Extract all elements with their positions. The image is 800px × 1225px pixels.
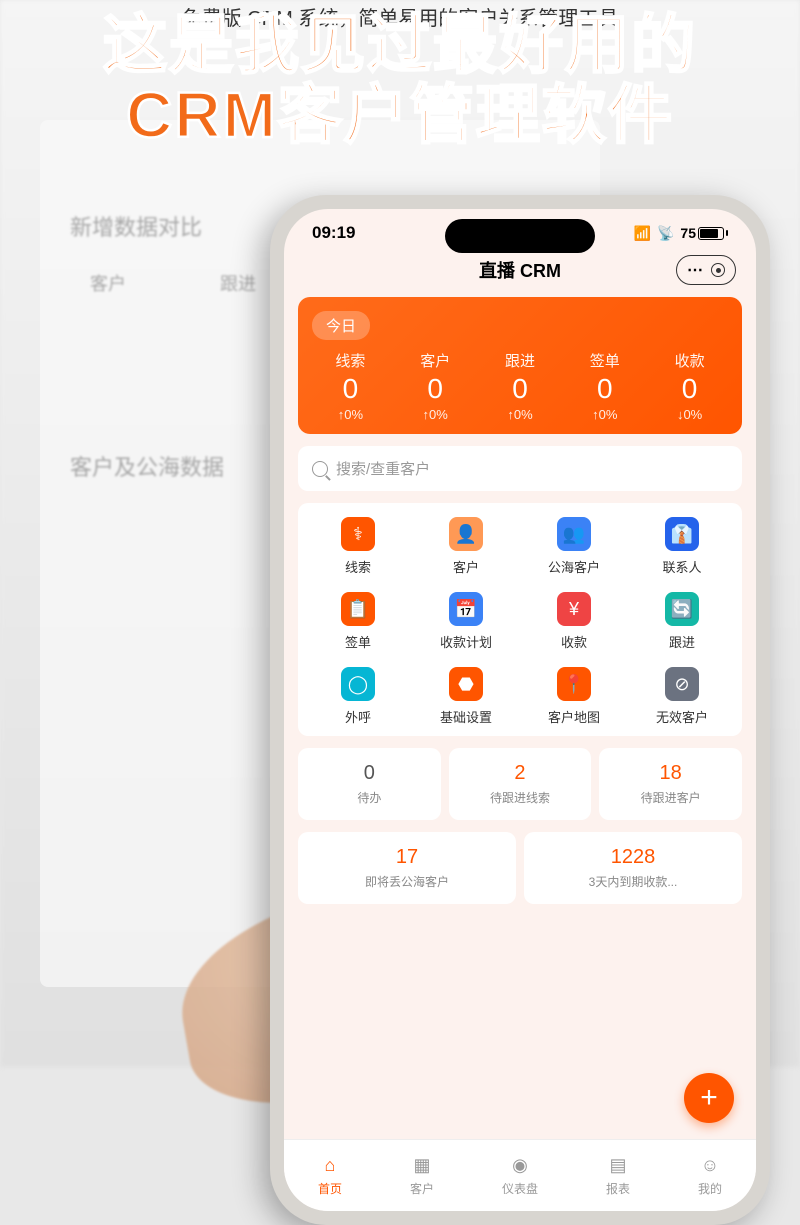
leads-icon: ⚕ bbox=[341, 517, 375, 551]
reports-icon: ▤ bbox=[607, 1155, 629, 1177]
stat-cards-row2: 17即将丢公海客户12283天内到期收款... bbox=[298, 832, 742, 904]
stat-card-2[interactable]: 18待跟进客户 bbox=[599, 748, 742, 820]
app-title: 直播 CRM bbox=[479, 257, 561, 283]
payment-plan-icon: 📅 bbox=[449, 592, 483, 626]
hero-stat-1[interactable]: 客户0↑0% bbox=[393, 350, 478, 422]
today-summary: 今日 线索0↑0%客户0↑0%跟进0↑0%签单0↑0%收款0↓0% bbox=[298, 297, 742, 434]
feature-payments[interactable]: ¥收款 bbox=[520, 592, 628, 651]
dashboard-icon: ◉ bbox=[509, 1155, 531, 1177]
contracts-icon: 📋 bbox=[341, 592, 375, 626]
bg-section-label: 客户及公海数据 bbox=[70, 450, 224, 482]
tab-dashboard[interactable]: ◉仪表盘 bbox=[502, 1155, 538, 1197]
customers-icon: 👤 bbox=[449, 517, 483, 551]
feature-followup[interactable]: 🔄跟进 bbox=[628, 592, 736, 651]
period-tab-today[interactable]: 今日 bbox=[312, 311, 370, 340]
plus-icon: + bbox=[700, 1081, 718, 1115]
customer-map-icon: 📍 bbox=[557, 667, 591, 701]
phone-notch bbox=[445, 219, 595, 253]
stat-card-4[interactable]: 12283天内到期收款... bbox=[524, 832, 742, 904]
close-target-icon bbox=[711, 263, 725, 277]
outbound-icon: ◯ bbox=[341, 667, 375, 701]
feature-customer-map[interactable]: 📍客户地图 bbox=[520, 667, 628, 726]
miniprogram-menu[interactable]: ⋯ bbox=[676, 255, 736, 285]
tab-me[interactable]: ☺我的 bbox=[698, 1155, 722, 1197]
stat-card-0[interactable]: 0待办 bbox=[298, 748, 441, 820]
followup-icon: 🔄 bbox=[665, 592, 699, 626]
headline: 这是我见过最好用的 CRM客户管理软件 bbox=[0, 10, 800, 151]
battery-icon: 75 bbox=[680, 225, 728, 241]
hero-stat-3[interactable]: 签单0↑0% bbox=[562, 350, 647, 422]
signal-icon: 📶 bbox=[634, 225, 651, 242]
home-icon: ⌂ bbox=[319, 1155, 341, 1177]
feature-payment-plan[interactable]: 📅收款计划 bbox=[412, 592, 520, 651]
me-icon: ☺ bbox=[699, 1155, 721, 1177]
stat-cards-row1: 0待办2待跟进线索18待跟进客户 bbox=[298, 748, 742, 820]
bg-col2: 跟进 bbox=[220, 270, 256, 296]
tab-customers[interactable]: ▦客户 bbox=[410, 1155, 434, 1197]
search-icon bbox=[312, 461, 328, 477]
public-customers-icon: 👥 bbox=[557, 517, 591, 551]
tab-home[interactable]: ⌂首页 bbox=[318, 1155, 342, 1197]
settings-icon: ⬣ bbox=[449, 667, 483, 701]
feature-leads[interactable]: ⚕线索 bbox=[304, 517, 412, 576]
search-input[interactable]: 搜索/查重客户 bbox=[298, 446, 742, 491]
stat-card-1[interactable]: 2待跟进线索 bbox=[449, 748, 592, 820]
feature-outbound[interactable]: ◯外呼 bbox=[304, 667, 412, 726]
bg-col1: 客户 bbox=[90, 270, 126, 296]
search-placeholder: 搜索/查重客户 bbox=[336, 458, 430, 479]
hero-stat-4[interactable]: 收款0↓0% bbox=[647, 350, 732, 422]
wifi-icon: 📡 bbox=[657, 225, 674, 242]
feature-customers[interactable]: 👤客户 bbox=[412, 517, 520, 576]
status-right: 📶 📡 75 bbox=[634, 225, 728, 242]
bg-section-label: 新增数据对比 bbox=[70, 210, 202, 242]
customers-icon: ▦ bbox=[411, 1155, 433, 1177]
stat-card-3[interactable]: 17即将丢公海客户 bbox=[298, 832, 516, 904]
feature-public-customers[interactable]: 👥公海客户 bbox=[520, 517, 628, 576]
phone-frame: 09:19 📶 📡 75 直播 CRM ⋯ 今日 bbox=[270, 195, 770, 1225]
more-icon: ⋯ bbox=[687, 260, 703, 280]
titlebar: 直播 CRM ⋯ bbox=[284, 249, 756, 297]
contacts-icon: 👔 bbox=[665, 517, 699, 551]
tabbar: ⌂首页 ▦客户 ◉仪表盘 ▤报表 ☺我的 bbox=[284, 1139, 756, 1211]
feature-settings[interactable]: ⬣基础设置 bbox=[412, 667, 520, 726]
hero-stat-2[interactable]: 跟进0↑0% bbox=[478, 350, 563, 422]
status-time: 09:19 bbox=[312, 223, 355, 243]
feature-contracts[interactable]: 📋签单 bbox=[304, 592, 412, 651]
hero-stat-0[interactable]: 线索0↑0% bbox=[308, 350, 393, 422]
payments-icon: ¥ bbox=[557, 592, 591, 626]
add-button[interactable]: + bbox=[684, 1073, 734, 1123]
invalid-customers-icon: ⊘ bbox=[665, 667, 699, 701]
feature-invalid-customers[interactable]: ⊘无效客户 bbox=[628, 667, 736, 726]
feature-contacts[interactable]: 👔联系人 bbox=[628, 517, 736, 576]
tab-reports[interactable]: ▤报表 bbox=[606, 1155, 630, 1197]
feature-grid: ⚕线索👤客户👥公海客户👔联系人 📋签单📅收款计划¥收款🔄跟进 ◯外呼⬣基础设置📍客户… bbox=[298, 503, 742, 736]
phone-screen: 09:19 📶 📡 75 直播 CRM ⋯ 今日 bbox=[284, 209, 756, 1211]
